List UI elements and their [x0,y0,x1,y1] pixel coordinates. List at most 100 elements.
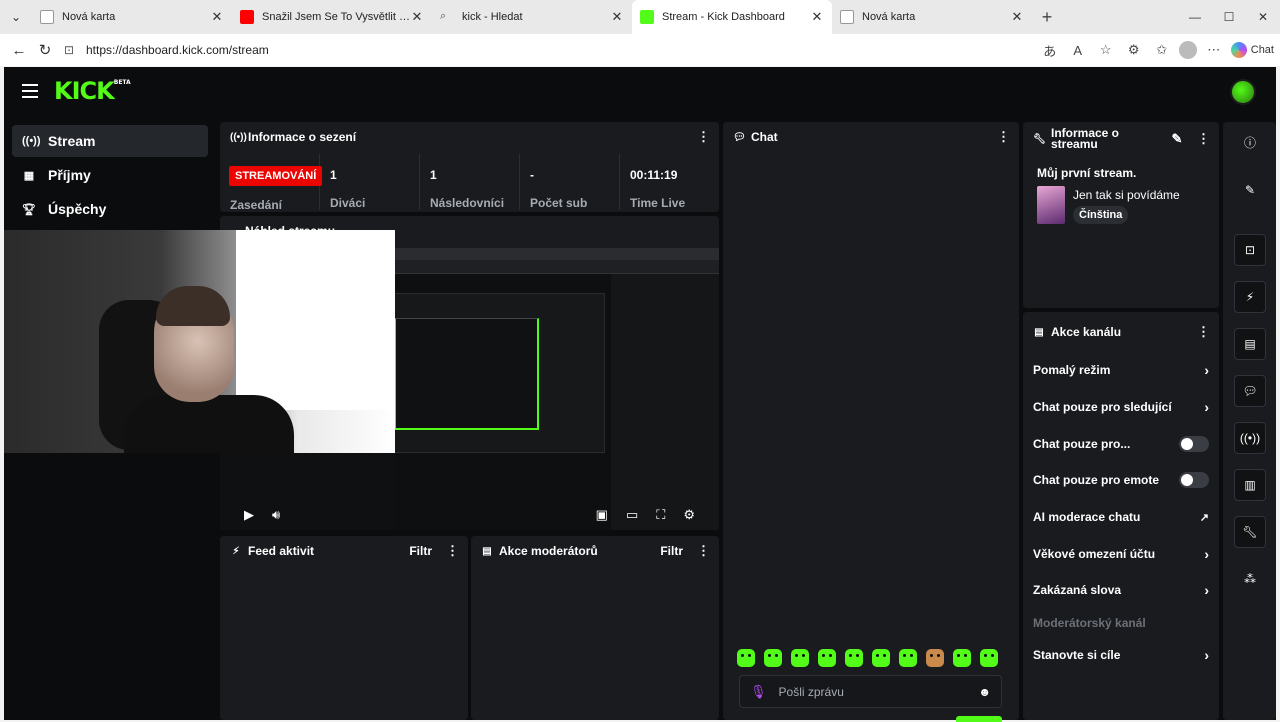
send-button[interactable] [956,716,1002,722]
browser-tab-4[interactable]: Stream - Kick Dashboard ✕ [632,0,832,34]
tab-favicon [840,10,854,24]
sidebar-item-achievements[interactable]: 🏆︎ Úspěchy [12,193,208,225]
edit-pencil-icon[interactable]: ✎ [1171,131,1183,147]
apps-icon[interactable]: ⁂ [1234,563,1266,595]
browser-tab-1[interactable]: Nová karta ✕ [32,0,232,34]
back-icon[interactable]: ← [6,37,32,63]
action-age-restriction[interactable]: Věkové omezení účtu › [1023,535,1219,572]
emote-icon[interactable] [926,649,944,667]
maximize-icon[interactable]: ☐ [1212,0,1246,34]
stat-viewers: 1 Diváci [320,154,420,210]
filter-button[interactable]: Filtr [409,544,432,558]
sidebar-item-label: Úspěchy [48,201,107,217]
browser-tab-2[interactable]: Snažil Jsem Se To Vysvětlit - YouTube ✕ [232,0,432,34]
category-name: Jen tak si povídáme [1073,188,1180,202]
emote-only-toggle[interactable] [1179,472,1209,489]
action-goals[interactable]: Stanovte si cíle › [1023,637,1219,674]
copilot-chat-button[interactable]: Chat [1230,42,1274,58]
session-info-panel: ((•)) Informace o sezení ⋮ STREAMOVÁNÍ Z… [220,122,719,212]
more-options-icon[interactable]: ⋮ [1197,131,1210,147]
chevron-right-icon: › [1204,399,1209,416]
emoji-icon[interactable]: ☻ [978,685,991,699]
close-window-icon[interactable]: ✕ [1246,0,1280,34]
sidebar-item-stream[interactable]: ((•)) Stream [12,125,208,157]
menu-icon[interactable] [22,84,38,98]
microphone-icon[interactable]: 🎙︎ [750,684,767,700]
tab-close-icon[interactable]: ✕ [1010,9,1024,25]
profile-icon[interactable] [1178,41,1197,59]
panel-header: 💬︎ Chat ⋮ [723,122,1019,152]
language-badge: Čínština [1073,206,1129,224]
action-subs-only: Chat pouze pro... [1023,425,1219,462]
category-row: Jen tak si povídáme Čínština [1023,180,1219,230]
translate-icon[interactable]: あ [1039,39,1061,61]
new-tab-button[interactable]: + [1032,0,1062,34]
settings-icon[interactable]: ⚙ [683,507,695,523]
broadcast-icon[interactable]: ((•)) [1234,422,1266,454]
emote-icon[interactable] [791,649,809,667]
more-options-icon[interactable]: ⋮ [446,543,459,559]
emote-icon[interactable] [737,649,755,667]
preview-toggle-icon[interactable]: ⊡ [1234,234,1266,266]
emote-icon[interactable] [818,649,836,667]
action-ai-moderation[interactable]: AI moderace chatu ↗ [1023,499,1219,536]
action-followers-only[interactable]: Chat pouze pro sledující › [1023,389,1219,426]
extensions-icon[interactable]: ⚙ [1123,39,1145,61]
broadcast-icon: ((•)) [230,131,247,143]
emote-icon[interactable] [764,649,782,667]
favorites-icon[interactable]: ✩ [1151,39,1173,61]
read-aloud-icon[interactable]: A [1067,39,1089,61]
tab-close-icon[interactable]: ✕ [210,9,224,25]
layout-icon[interactable]: ▥ [1234,469,1266,501]
url-field[interactable]: ⊡ https://dashboard.kick.com/stream [58,37,1039,63]
panel-title: Feed aktivit [248,544,315,558]
wrench-icon[interactable]: 🔧︎ [1234,516,1266,548]
site-info-icon[interactable]: ⊡ [64,43,80,57]
panel-header: ▤ Akce moderátorů Filtr ⋮ [471,536,719,566]
info-icon[interactable]: ⓘ [1234,126,1266,158]
action-slow-mode[interactable]: Pomalý režim › [1023,352,1219,389]
more-options-icon[interactable]: ⋮ [697,129,710,145]
lightning-icon[interactable]: ⚡︎ [1234,281,1266,313]
theater-icon[interactable]: ▭ [626,507,638,523]
favorite-star-icon[interactable]: ☆ [1095,39,1117,61]
tab-actions-chevron-icon[interactable]: ⌄ [0,0,32,34]
user-avatar[interactable] [1230,79,1256,105]
subs-only-toggle[interactable] [1179,435,1209,452]
action-banned-words[interactable]: Zakázaná slova › [1023,572,1219,609]
chat-message-input[interactable]: 🎙︎ Pošli zprávu ☻ [739,675,1002,708]
more-options-icon[interactable]: ⋮ [1197,324,1210,340]
document-icon[interactable]: ▤ [1234,328,1266,360]
tab-close-icon[interactable]: ✕ [810,9,824,25]
tab-title: Snažil Jsem Se To Vysvětlit - YouTube [262,11,410,23]
more-icon[interactable]: ⋯ [1203,39,1225,61]
emote-icon[interactable] [845,649,863,667]
emote-icon[interactable] [872,649,890,667]
filter-button[interactable]: Filtr [660,544,683,558]
more-options-icon[interactable]: ⋮ [697,543,710,559]
pip-icon[interactable]: ▣ [596,507,608,523]
fullscreen-icon[interactable]: ⛶ [656,507,665,523]
more-options-icon[interactable]: ⋮ [997,129,1010,145]
play-icon[interactable]: ▶ [244,507,254,523]
address-bar-icons: あ A ☆ ⚙ ✩ ⋯ [1039,39,1225,61]
volume-icon[interactable]: 🔊︎ [272,507,280,523]
browser-tab-3[interactable]: ⌕ kick - Hledat ✕ [432,0,632,34]
emote-icon[interactable] [980,649,998,667]
chat-bubble-icon: 💬︎ [733,131,746,143]
minimize-icon[interactable]: — [1178,0,1212,34]
sidebar-item-revenue[interactable]: ▦ Příjmy [12,159,208,191]
emote-icon[interactable] [953,649,971,667]
reload-icon[interactable]: ↻ [32,37,58,63]
tab-close-icon[interactable]: ✕ [410,9,424,25]
panel-header: ▤ Akce kanálu ⋮ [1023,312,1219,352]
edit-icon[interactable]: ✎ [1234,174,1266,206]
captured-chat [611,274,719,530]
chat-bubble-icon[interactable]: 💬︎ [1234,375,1266,407]
emote-icon[interactable] [899,649,917,667]
sidebar-item-label: Příjmy [48,167,91,183]
stat-value: - [530,168,534,182]
browser-tab-5[interactable]: Nová karta ✕ [832,0,1032,34]
kick-logo[interactable]: KICKBETA [54,77,131,105]
tab-close-icon[interactable]: ✕ [610,9,624,25]
